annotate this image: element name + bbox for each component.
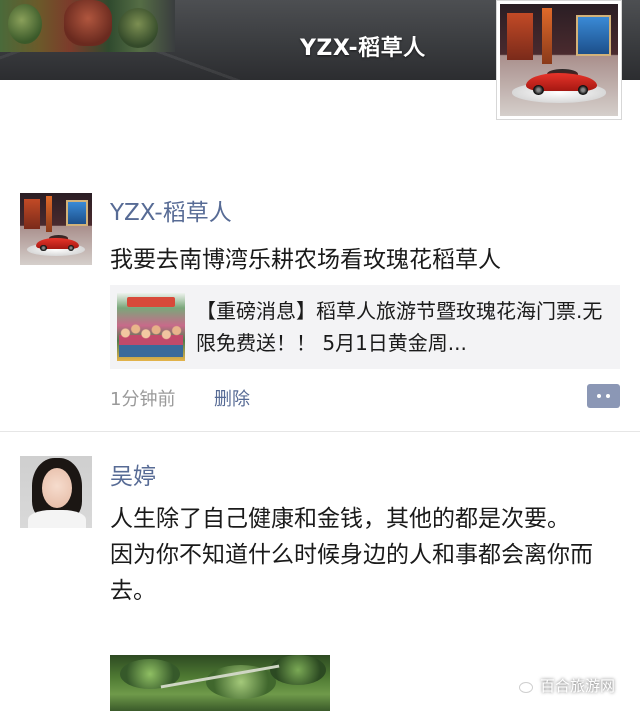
cover-username[interactable]: YZX-稻草人 [300, 30, 426, 62]
post-image[interactable] [110, 655, 330, 711]
post-avatar-image [20, 193, 92, 265]
watermark-text: 百合旅游网 [540, 676, 616, 695]
post-text: 人生除了自己健康和金钱，其他的都是次要。 因为你不知道什么时候身边的人和事都会离… [110, 506, 593, 604]
post-divider [0, 431, 640, 432]
post-avatar[interactable] [20, 456, 92, 528]
wechat-icon [510, 676, 534, 694]
post-author[interactable]: 吴婷 [110, 457, 156, 491]
shared-link-title: 【重磅消息】稻草人旅游节暨玫瑰花海门票.无限免费送！！ 5月1日黄金周... [196, 299, 603, 355]
shared-link-card[interactable]: 【重磅消息】稻草人旅游节暨玫瑰花海门票.无限免费送！！ 5月1日黄金周... [110, 285, 620, 369]
shared-link-thumbnail [117, 293, 185, 361]
post-text: 我要去南博湾乐耕农场看玫瑰花稻草人 [110, 247, 501, 273]
watermark: 百合旅游网 [510, 674, 615, 696]
post-author[interactable]: YZX-稻草人 [110, 193, 232, 227]
profile-avatar-image [500, 4, 618, 116]
post-avatar[interactable] [20, 193, 92, 265]
more-dots-icon[interactable] [587, 384, 620, 408]
delete-button[interactable]: 删除 [214, 385, 250, 411]
cover-left-artwork [0, 0, 175, 52]
post-timestamp: 1分钟前 [110, 389, 176, 410]
profile-avatar[interactable] [496, 0, 622, 120]
